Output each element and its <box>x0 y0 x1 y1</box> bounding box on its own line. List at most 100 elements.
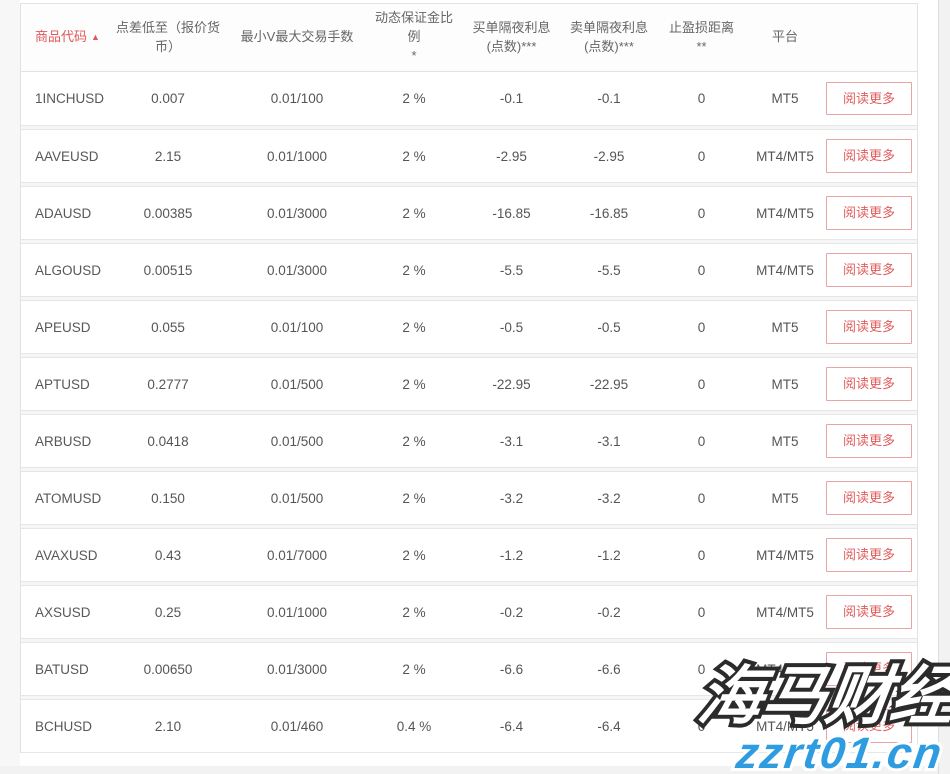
spread-cell: 0.007 <box>111 72 225 125</box>
read-more-button[interactable]: 阅读更多 <box>826 139 912 173</box>
table-row: APTUSD 0.2777 0.01/500 2 % -22.95 -22.95… <box>21 357 917 411</box>
platform-cell: MT5 <box>749 472 821 524</box>
actions-cell: 阅读更多 <box>821 301 917 353</box>
sl-distance-cell: 0 <box>654 358 749 410</box>
actions-cell: 阅读更多 <box>821 529 917 581</box>
sell-swap-cell: -0.5 <box>564 301 654 353</box>
spread-cell: 0.0418 <box>111 415 225 467</box>
platform-cell: MT5 <box>749 358 821 410</box>
sell-swap-cell: -0.1 <box>564 72 654 125</box>
lots-cell: 0.01/7000 <box>225 529 369 581</box>
margin-cell: 2 % <box>369 301 459 353</box>
actions-cell: 阅读更多 <box>821 244 917 296</box>
margin-cell: 2 % <box>369 244 459 296</box>
platform-cell: MT4/MT5 <box>749 187 821 239</box>
margin-cell: 2 % <box>369 643 459 695</box>
sl-distance-cell: 0 <box>654 130 749 182</box>
read-more-button[interactable]: 阅读更多 <box>826 253 912 287</box>
product-code-cell: APTUSD <box>21 358 111 410</box>
margin-cell: 2 % <box>369 72 459 125</box>
page: 商品代码 ▲ 点差低至（报价货币） 最小V最大交易手数 动态保证金比例 * 买单… <box>0 0 950 774</box>
actions-cell: 阅读更多 <box>821 187 917 239</box>
read-more-button[interactable]: 阅读更多 <box>826 652 912 686</box>
read-more-button[interactable]: 阅读更多 <box>826 310 912 344</box>
column-header-spread: 点差低至（报价货币） <box>111 4 225 71</box>
buy-swap-cell: -2.95 <box>459 130 564 182</box>
sl-distance-cell: 0 <box>654 700 749 752</box>
margin-cell: 2 % <box>369 130 459 182</box>
margin-cell: 0.4 % <box>369 700 459 752</box>
buy-swap-cell: -22.95 <box>459 358 564 410</box>
sell-swap-cell: -22.95 <box>564 358 654 410</box>
sl-distance-cell: 0 <box>654 586 749 638</box>
table-row: BCHUSD 2.10 0.01/460 0.4 % -6.4 -6.4 0 M… <box>21 699 917 753</box>
sl-distance-cell: 0 <box>654 415 749 467</box>
page-bottom-strip <box>0 766 950 774</box>
spread-cell: 0.00515 <box>111 244 225 296</box>
sell-swap-cell: -0.2 <box>564 586 654 638</box>
lots-cell: 0.01/3000 <box>225 643 369 695</box>
spread-cell: 0.43 <box>111 529 225 581</box>
table-header-row: 商品代码 ▲ 点差低至（报价货币） 最小V最大交易手数 动态保证金比例 * 买单… <box>21 4 917 72</box>
sell-swap-cell: -16.85 <box>564 187 654 239</box>
lots-cell: 0.01/460 <box>225 700 369 752</box>
buy-swap-cell: -6.6 <box>459 643 564 695</box>
sort-asc-icon[interactable]: ▲ <box>91 31 100 44</box>
read-more-button[interactable]: 阅读更多 <box>826 367 912 401</box>
sell-swap-cell: -2.95 <box>564 130 654 182</box>
buy-swap-cell: -0.5 <box>459 301 564 353</box>
actions-cell: 阅读更多 <box>821 358 917 410</box>
spread-cell: 0.150 <box>111 472 225 524</box>
actions-cell: 阅读更多 <box>821 72 917 125</box>
spread-cell: 0.2777 <box>111 358 225 410</box>
read-more-button[interactable]: 阅读更多 <box>826 82 912 116</box>
lots-cell: 0.01/3000 <box>225 244 369 296</box>
actions-cell: 阅读更多 <box>821 643 917 695</box>
sl-distance-cell: 0 <box>654 244 749 296</box>
column-header-label: 商品代码 <box>35 28 87 47</box>
products-table: 商品代码 ▲ 点差低至（报价货币） 最小V最大交易手数 动态保证金比例 * 买单… <box>20 3 918 753</box>
product-code-cell: ARBUSD <box>21 415 111 467</box>
product-code-cell: BATUSD <box>21 643 111 695</box>
read-more-button[interactable]: 阅读更多 <box>826 481 912 515</box>
spread-cell: 0.00385 <box>111 187 225 239</box>
sl-distance-cell: 0 <box>654 643 749 695</box>
lots-cell: 0.01/500 <box>225 415 369 467</box>
margin-cell: 2 % <box>369 358 459 410</box>
table-row: ADAUSD 0.00385 0.01/3000 2 % -16.85 -16.… <box>21 186 917 240</box>
sell-swap-cell: -3.1 <box>564 415 654 467</box>
margin-cell: 2 % <box>369 586 459 638</box>
actions-cell: 阅读更多 <box>821 472 917 524</box>
margin-cell: 2 % <box>369 472 459 524</box>
product-code-cell: 1INCHUSD <box>21 72 111 125</box>
lots-cell: 0.01/1000 <box>225 130 369 182</box>
margin-cell: 2 % <box>369 187 459 239</box>
margin-cell: 2 % <box>369 529 459 581</box>
table-row: AVAXUSD 0.43 0.01/7000 2 % -1.2 -1.2 0 M… <box>21 528 917 582</box>
sl-distance-cell: 0 <box>654 529 749 581</box>
read-more-button[interactable]: 阅读更多 <box>826 595 912 629</box>
buy-swap-cell: -16.85 <box>459 187 564 239</box>
product-code-cell: AVAXUSD <box>21 529 111 581</box>
scrollbar[interactable] <box>938 0 950 774</box>
table-row: APEUSD 0.055 0.01/100 2 % -0.5 -0.5 0 MT… <box>21 300 917 354</box>
spread-cell: 0.00650 <box>111 643 225 695</box>
buy-swap-cell: -0.2 <box>459 586 564 638</box>
lots-cell: 0.01/100 <box>225 72 369 125</box>
read-more-button[interactable]: 阅读更多 <box>826 424 912 458</box>
table-row: AAVEUSD 2.15 0.01/1000 2 % -2.95 -2.95 0… <box>21 129 917 183</box>
sell-swap-cell: -6.6 <box>564 643 654 695</box>
column-header-lots: 最小V最大交易手数 <box>225 4 369 71</box>
read-more-button[interactable]: 阅读更多 <box>826 196 912 230</box>
platform-cell: MT4/MT5 <box>749 130 821 182</box>
platform-cell: MT5 <box>749 301 821 353</box>
sell-swap-cell: -3.2 <box>564 472 654 524</box>
platform-cell: MT4/MT5 <box>749 586 821 638</box>
read-more-button[interactable]: 阅读更多 <box>826 538 912 572</box>
column-header-product-code[interactable]: 商品代码 ▲ <box>21 4 111 71</box>
column-header-sell-swap: 卖单隔夜利息 (点数)*** <box>564 4 654 71</box>
sell-swap-cell: -6.4 <box>564 700 654 752</box>
read-more-button[interactable]: 阅读更多 <box>826 709 912 743</box>
product-code-cell: ATOMUSD <box>21 472 111 524</box>
column-header-sl-distance: 止盈损距离 ** <box>654 4 749 71</box>
